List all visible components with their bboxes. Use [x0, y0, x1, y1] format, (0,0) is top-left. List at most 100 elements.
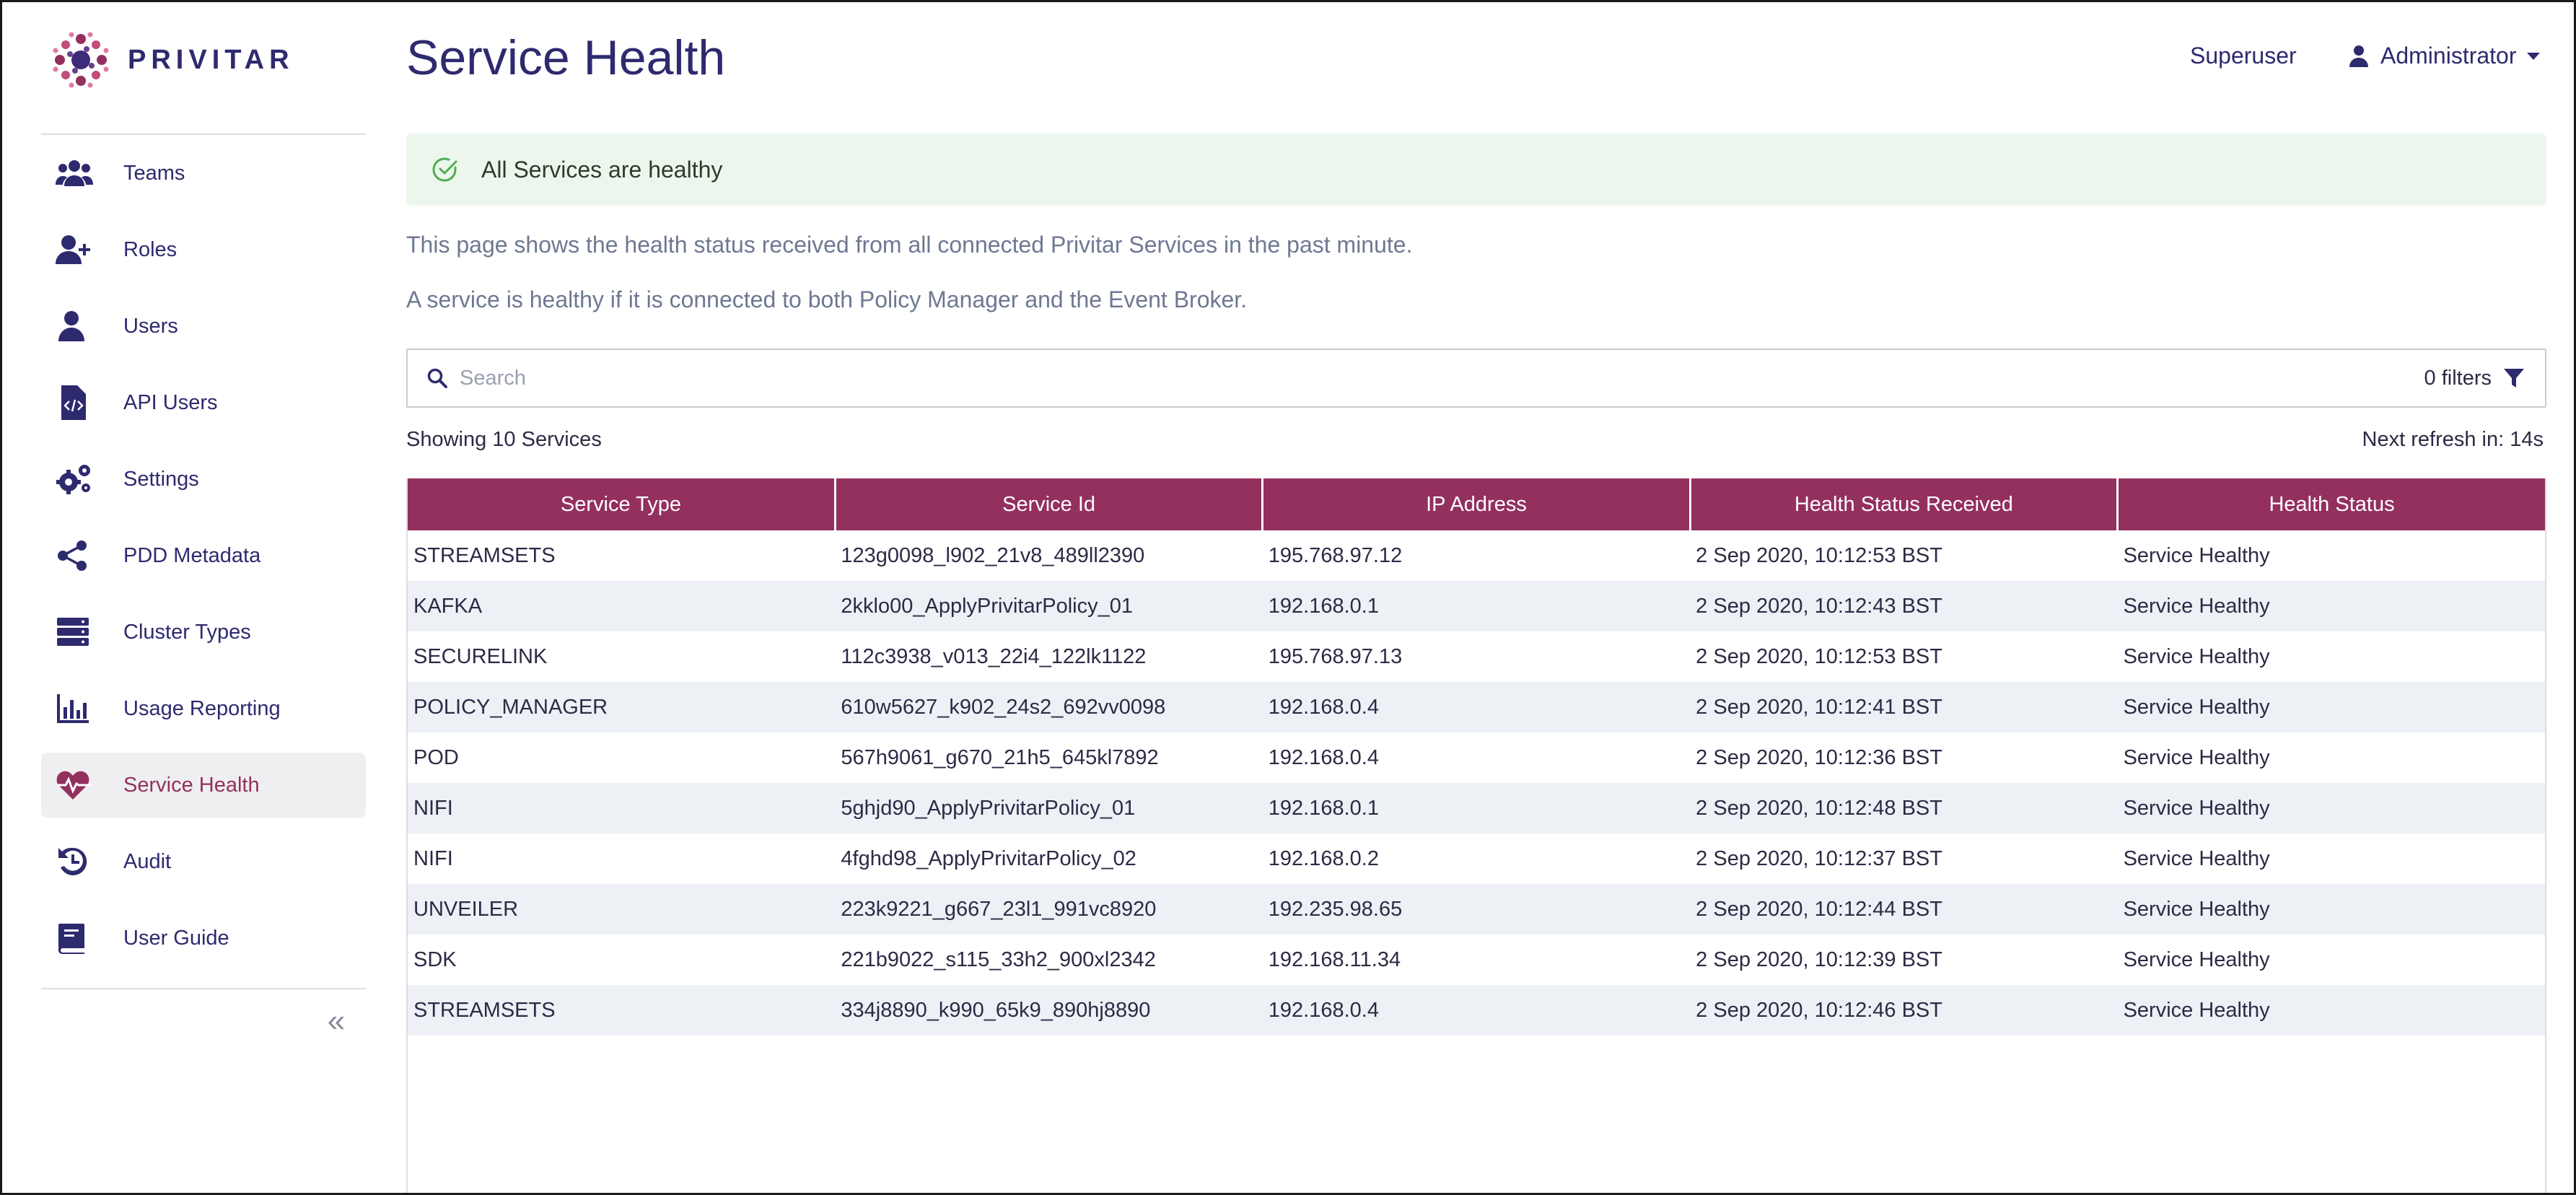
- sidebar-item-audit[interactable]: Audit: [41, 829, 366, 894]
- teams-icon: [56, 155, 100, 191]
- sidebar-divider-bottom: [41, 988, 366, 989]
- sidebar-item-label: API Users: [123, 390, 218, 414]
- sidebar-divider-top: [41, 133, 366, 135]
- services-table: Service Type Service Id IP Address Healt…: [406, 478, 2546, 1193]
- cell-ip-address: 192.168.0.4: [1262, 985, 1691, 1036]
- cell-service-id: 5ghjd90_ApplyPrivitarPolicy_01: [835, 783, 1263, 833]
- brand-logo[interactable]: PRIVITAR: [50, 28, 294, 92]
- cell-service-id: 112c3938_v013_22i4_122lk1122: [841, 644, 1147, 668]
- cell-health-received: 2 Sep 2020, 10:12:48 BST: [1690, 783, 2118, 833]
- privitar-logo-icon: [53, 32, 109, 88]
- cell-health-received: 2 Sep 2020, 10:12:41 BST: [1690, 682, 2118, 732]
- cell-health-received: 2 Sep 2020, 10:12:53 BST: [1696, 644, 1942, 668]
- cell-health-status: Service Healthy: [2117, 682, 2545, 732]
- cell-health-received: 2 Sep 2020, 10:12:39 BST: [1696, 947, 1942, 971]
- cell-service-type: SECURELINK: [413, 644, 548, 668]
- sidebar-item-pdd-metadata[interactable]: PDD Metadata: [41, 523, 366, 588]
- table-row[interactable]: SECURELINK 112c3938_v013_22i4_122lk1122 …: [408, 631, 2545, 682]
- column-header-health-status[interactable]: Health Status: [2117, 478, 2545, 530]
- table-row[interactable]: POD 567h9061_g670_21h5_645kl7892 192.168…: [408, 732, 2545, 783]
- description-line-1: This page shows the health status receiv…: [406, 232, 1413, 258]
- page-title: Service Health: [406, 30, 726, 85]
- sidebar-item-api-users[interactable]: API Users: [41, 370, 366, 435]
- sidebar-item-label: Roles: [123, 237, 178, 261]
- table-row[interactable]: SDK 221b9022_s115_33h2_900xl2342 192.168…: [408, 934, 2545, 985]
- cell-health-received: 2 Sep 2020, 10:12:46 BST: [1690, 985, 2118, 1036]
- cell-health-status: Service Healthy: [2117, 581, 2545, 631]
- sidebar-item-label: Settings: [123, 467, 199, 491]
- gears-icon: [56, 461, 100, 497]
- column-header-service-id[interactable]: Service Id: [835, 478, 1264, 530]
- cell-health-status: Service Healthy: [2123, 947, 2270, 971]
- cell-health-received: 2 Sep 2020, 10:12:36 BST: [1696, 745, 1942, 769]
- sidebar: PRIVITAR Teams Roles Users API Users Set…: [2, 2, 377, 1193]
- sidebar-item-teams[interactable]: Teams: [41, 141, 366, 206]
- sidebar-item-label: Users: [123, 314, 178, 338]
- cell-service-type: STREAMSETS: [413, 543, 556, 567]
- cell-ip-address: 192.168.0.4: [1262, 682, 1691, 732]
- cell-ip-address: 192.168.0.1: [1262, 783, 1691, 833]
- cell-ip-address: 192.168.0.2: [1268, 846, 1379, 870]
- cell-health-status: Service Healthy: [2123, 846, 2270, 870]
- sidebar-item-label: User Guide: [123, 926, 229, 950]
- showing-count: Showing 10 Services: [406, 428, 602, 451]
- cell-service-type: UNVEILER: [408, 884, 836, 934]
- sidebar-item-users[interactable]: Users: [41, 294, 366, 359]
- sidebar-item-label: Service Health: [123, 773, 260, 797]
- cell-service-type: STREAMSETS: [408, 985, 836, 1036]
- sidebar-item-settings[interactable]: Settings: [41, 447, 366, 512]
- role-link[interactable]: Superuser: [2190, 43, 2297, 69]
- table-row[interactable]: POLICY_MANAGER 610w5627_k902_24s2_692vv0…: [408, 682, 2545, 732]
- table-header-row: Service Type Service Id IP Address Healt…: [408, 478, 2545, 530]
- sidebar-item-label: Usage Reporting: [123, 696, 281, 720]
- cell-ip-address: 195.768.97.12: [1268, 543, 1403, 567]
- table-row[interactable]: NIFI 5ghjd90_ApplyPrivitarPolicy_01 192.…: [408, 783, 2545, 833]
- table-row[interactable]: STREAMSETS 123g0098_l902_21v8_489ll2390 …: [408, 530, 2545, 581]
- cell-service-type: NIFI: [408, 783, 836, 833]
- sidebar-item-user-guide[interactable]: User Guide: [41, 906, 366, 971]
- heartbeat-icon: [56, 767, 100, 803]
- search-input[interactable]: [460, 366, 2264, 390]
- cell-service-id: 2kklo00_ApplyPrivitarPolicy_01: [835, 581, 1263, 631]
- user-menu-label: Administrator: [2380, 43, 2517, 69]
- cell-service-id: 123g0098_l902_21v8_489ll2390: [841, 543, 1145, 567]
- column-header-ip-address[interactable]: IP Address: [1262, 478, 1691, 530]
- cell-health-status: Service Healthy: [2117, 985, 2545, 1036]
- table-row[interactable]: STREAMSETS 334j8890_k990_65k9_890hj8890 …: [408, 985, 2545, 1036]
- cell-ip-address: 192.168.11.34: [1268, 947, 1401, 971]
- cell-service-type: SDK: [413, 947, 457, 971]
- cell-service-id: 567h9061_g670_21h5_645kl7892: [841, 745, 1159, 769]
- health-alert: All Services are healthy: [406, 133, 2546, 206]
- share-icon: [56, 538, 100, 574]
- app-window: PRIVITAR Teams Roles Users API Users Set…: [0, 0, 2576, 1195]
- sidebar-item-roles[interactable]: Roles: [41, 217, 366, 282]
- sidebar-item-label: Audit: [123, 849, 172, 873]
- cell-health-received: 2 Sep 2020, 10:12:43 BST: [1690, 581, 2118, 631]
- cell-ip-address: 192.168.0.1: [1262, 581, 1691, 631]
- collapse-sidebar-button[interactable]: «: [320, 1005, 353, 1037]
- book-icon: [56, 920, 100, 956]
- cell-health-status: Service Healthy: [2123, 543, 2270, 567]
- check-circle-icon: [432, 157, 457, 182]
- history-icon: [56, 844, 100, 880]
- sidebar-item-service-health[interactable]: Service Health: [41, 753, 366, 818]
- search-bar: 0 filters: [406, 349, 2546, 408]
- double-chevron-left-icon: «: [327, 1003, 346, 1038]
- table-row[interactable]: KAFKA 2kklo00_ApplyPrivitarPolicy_01 192…: [408, 581, 2545, 631]
- table-row[interactable]: NIFI 4fghd98_ApplyPrivitarPolicy_02 192.…: [408, 833, 2545, 884]
- table-row[interactable]: UNVEILER 223k9221_g667_23l1_991vc8920 19…: [408, 884, 2545, 934]
- filters-label: 0 filters: [2424, 366, 2492, 390]
- server-icon: [56, 614, 100, 650]
- column-header-service-type[interactable]: Service Type: [408, 478, 836, 530]
- add-user-icon: [56, 232, 100, 268]
- cell-service-id: 334j8890_k990_65k9_890hj8890: [835, 985, 1263, 1036]
- cell-service-type: KAFKA: [408, 581, 836, 631]
- bar-chart-icon: [56, 691, 100, 727]
- cell-health-status: Service Healthy: [2117, 783, 2545, 833]
- sidebar-item-cluster-types[interactable]: Cluster Types: [41, 600, 366, 665]
- filter-icon: [2504, 369, 2524, 388]
- column-header-health-status-received[interactable]: Health Status Received: [1690, 478, 2119, 530]
- filters-button[interactable]: 0 filters: [2424, 350, 2525, 406]
- user-menu[interactable]: Administrator: [2349, 43, 2540, 69]
- sidebar-item-usage-reporting[interactable]: Usage Reporting: [41, 676, 366, 741]
